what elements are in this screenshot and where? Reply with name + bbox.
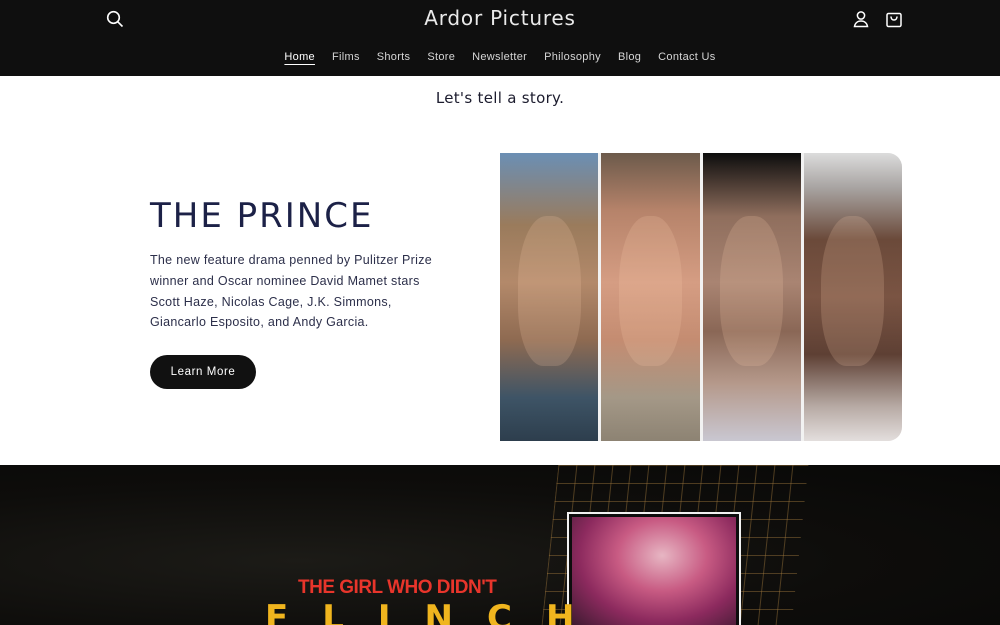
cast-portrait-collage [500, 153, 902, 441]
bag-icon[interactable] [882, 7, 906, 31]
user-icon[interactable] [849, 7, 873, 31]
feature-description: The new feature drama penned by Pulitzer… [150, 253, 433, 330]
cast-portrait-4 [803, 153, 902, 441]
feature-title: THE PRINCE [150, 196, 374, 236]
banner-subtitle: THE GIRL WHO DIDN'T [298, 577, 497, 598]
nav-home[interactable]: Home [276, 50, 324, 64]
main-nav: Home Films Shorts Store Newsletter Philo… [0, 50, 1000, 64]
learn-more-button[interactable]: Learn More [150, 355, 256, 389]
cast-portrait-3 [702, 153, 801, 441]
nav-newsletter[interactable]: Newsletter [464, 50, 536, 64]
cast-portrait-2 [601, 153, 700, 441]
cast-portrait-1 [500, 153, 599, 441]
nav-contact-us[interactable]: Contact Us [650, 50, 724, 64]
nav-philosophy[interactable]: Philosophy [536, 50, 610, 64]
tagline: Let's tell a story. [435, 89, 565, 107]
nav-store[interactable]: Store [419, 50, 464, 64]
nav-shorts[interactable]: Shorts [368, 50, 419, 64]
nav-blog[interactable]: Blog [609, 50, 649, 64]
site-header: Ardor Pictures Home Films Shorts Store N… [0, 0, 1000, 76]
nav-films[interactable]: Films [323, 50, 368, 64]
banner-title: FLINCH [265, 598, 609, 625]
